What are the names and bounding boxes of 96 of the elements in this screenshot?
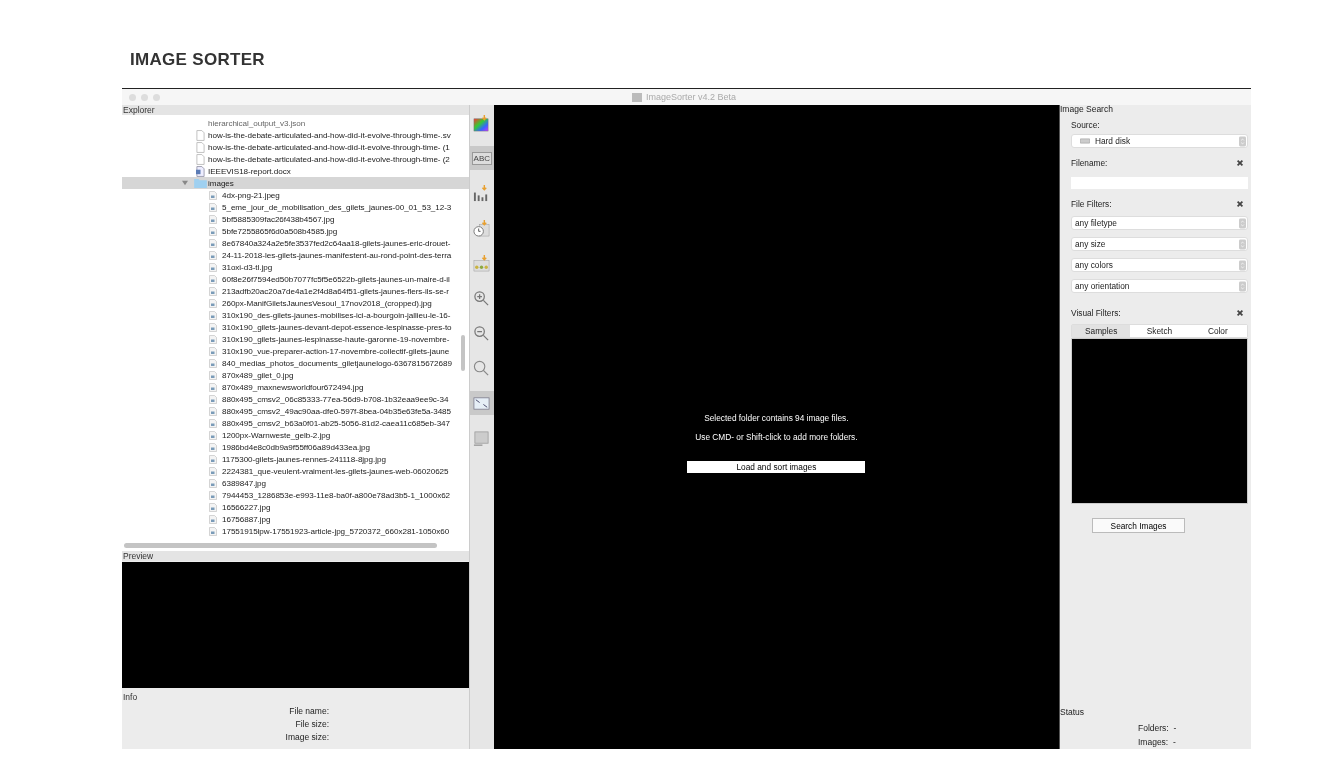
source-dropdown[interactable]: Hard disk: [1071, 134, 1248, 148]
search-images-button[interactable]: Search Images: [1092, 518, 1185, 533]
status-text: Folders: -: [1138, 722, 1177, 735]
file-name: 2224381_que-veulent-vraiment-les-gilets-jaunes-web-06020625: [222, 466, 449, 476]
file-name: 1986bd4e8c0db9a9f55ff06a89d433ea.jpg: [222, 442, 370, 452]
tree-item[interactable]: 310x190_gilets-jaunes-lespinasse-haute-garonne-19-novembre-: [122, 333, 469, 345]
file-name: 213adfb20ac20a7de4a1e2f4d8a64f51-gilets-jaunes-flers-ils-se-r: [222, 286, 449, 296]
tree-item[interactable]: 213adfb20ac20a7de4a1e2f4d8a64f51-gilets-jaunes-flers-ils-se-r: [122, 285, 469, 297]
file-name: images: [208, 178, 234, 188]
file-name: 24-11-2018-les-gilets-jaunes-manifestent-au-rond-point-des-terra: [222, 250, 452, 260]
panel-header: Explorer: [122, 105, 469, 115]
file-name: 31oxi-d3-tl.jpg: [222, 262, 273, 272]
filter-dropdown[interactable]: any orientation: [1071, 279, 1248, 293]
tree-item[interactable]: 5bf5885309fac26f438b4567.jpg: [122, 213, 469, 225]
source-label: Source:: [1071, 120, 1101, 130]
panel-header: Status: [1060, 707, 1086, 717]
page-heading: IMAGE SORTER: [130, 50, 266, 71]
tree-item[interactable]: 8e67840a324a2e5fe3537fed2c64aa18-gilets-jaunes-eric-drouet-: [122, 237, 469, 249]
tree-item[interactable]: 260px-ManifGiletsJaunesVesoul_17nov2018_(cropped).jpg: [122, 297, 469, 309]
file-filters-label: File Filters:: [1071, 199, 1112, 209]
tree-item[interactable]: 870x489_gilet_0.jpg: [122, 369, 469, 381]
tree-item[interactable]: 310x190_des-gilets-jaunes-mobilises-ici-a-bourgoin-jallieu-le-16-: [122, 309, 469, 321]
file-name: 840_medias_photos_documents_giletjaunelogo-6367815672689: [222, 358, 452, 368]
tree-item[interactable]: 1200px-Warnweste_gelb-2.jpg: [122, 429, 469, 441]
tree-item[interactable]: 31oxi-d3-tl.jpg: [122, 261, 469, 273]
file-name: hierarchical_output_v3.json: [208, 118, 306, 128]
tree-item[interactable]: 7944453_1286853e-e993-11e8-ba0f-a800e78ad3b5-1_1000x62: [122, 489, 469, 501]
visual-filters-label: Visual Filters:: [1071, 308, 1121, 318]
tree-item[interactable]: 17551915lpw-17551923-article-jpg_5720372_660x281-1050x60: [122, 525, 469, 537]
tree-item[interactable]: 880x495_cmsv2_b63a0f01-ab25-5056-81d2-caea11c685eb-347: [122, 417, 469, 429]
tree-item[interactable]: 840_medias_photos_documents_giletjaunelogo-6367815672689: [122, 357, 469, 369]
tree-item[interactable]: 16566227.jpg: [122, 501, 469, 513]
file-name: 16756887.jpg: [222, 514, 271, 524]
file-name: 880x495_cmsv2_49ac90aa-dfe0-597f-8bea-04b35e63fe5a-3485: [222, 406, 451, 416]
file-name: 310x190_gilets-jaunes-devant-depot-essence-lespinasse-pres-to: [222, 322, 452, 332]
tree-item[interactable]: 310x190_gilets-jaunes-devant-depot-essence-lespinasse-pres-to: [122, 321, 469, 333]
canvas-message: Use CMD- or Shift-click to add more folders.: [695, 432, 858, 442]
toolbar-button[interactable]: ABC: [469, 146, 494, 170]
window-title: ImageSorter v4.2 Beta: [646, 92, 737, 102]
info-label: File size:: [295, 719, 329, 729]
file-name: 8e67840a324a2e5fe3537fed2c64aa18-gilets-jaunes-eric-drouet-: [222, 238, 451, 248]
tree-item[interactable]: 5_eme_jour_de_mobilisation_des_gilets_jaunes-00_01_53_12-3: [122, 201, 469, 213]
file-name: 60f8e26f7594ed50b7077fc5f5e6522b-gilets-jaunes-un-maire-d-il: [222, 274, 450, 284]
file-name: 16566227.jpg: [222, 502, 271, 512]
file-name: 310x190_vue-preparer-action-17-novembre-collectif-gilets-jaune: [222, 346, 450, 356]
file-name: 310x190_des-gilets-jaunes-mobilises-ici-a-bourgoin-jallieu-le-16-: [222, 310, 451, 320]
tree-item[interactable]: 2224381_que-veulent-vraiment-les-gilets-jaunes-web-06020625: [122, 465, 469, 477]
tree-item[interactable]: hierarchical_output_v3.json: [122, 117, 469, 129]
tree-item[interactable]: 1986bd4e8c0db9a9f55ff06a89d433ea.jpg: [122, 441, 469, 453]
tree-item[interactable]: 24-11-2018-les-gilets-jaunes-manifestent-au-rond-point-des-terra: [122, 249, 469, 261]
tree-item[interactable]: 16756887.jpg: [122, 513, 469, 525]
tree-item[interactable]: IEEEVIS18-report.docx: [122, 165, 469, 177]
file-name: 4dx-png-21.jpeg: [222, 190, 280, 200]
tree-item[interactable]: 870x489_maxnewsworldfour672494.jpg: [122, 381, 469, 393]
file-name: 880x495_cmsv2_06c85333-77ea-56d9-b708-1b32eaa9ee9c-34: [222, 394, 449, 404]
filter-dropdown[interactable]: any colors: [1071, 258, 1248, 272]
file-name: 260px-ManifGiletsJaunesVesoul_17nov2018_(cropped).jpg: [222, 298, 432, 308]
file-name: how-is-the-debate-articulated-and-how-did-it-evolve-through-time- (1: [208, 142, 450, 152]
tree-item[interactable]: how-is-the-debate-articulated-and-how-did-it-evolve-through-time- (1: [122, 141, 469, 153]
file-name: IEEEVIS18-report.docx: [208, 166, 291, 176]
file-name: 1200px-Warnweste_gelb-2.jpg: [222, 430, 331, 440]
file-name: 17551915lpw-17551923-article-jpg_5720372_660x281-1050x60: [222, 526, 450, 536]
filter-tab[interactable]: Samples: [1072, 325, 1131, 337]
file-name: 5_eme_jour_de_mobilisation_des_gilets_jaunes-00_01_53_12-3: [222, 202, 452, 212]
file-name: 5bf5885309fac26f438b4567.jpg: [222, 214, 335, 224]
tree-item[interactable]: 1175300-gilets-jaunes-rennes-241118-8jpg.jpg: [122, 453, 469, 465]
panel-header: Preview: [122, 551, 469, 561]
tree-item[interactable]: how-is-the-debate-articulated-and-how-did-it-evolve-through-time- (2: [122, 153, 469, 165]
tree-item[interactable]: 6389847.jpg: [122, 477, 469, 489]
panel-header: Image Search: [1060, 104, 1114, 114]
file-name: 880x495_cmsv2_b63a0f01-ab25-5056-81d2-caea11c685eb-347: [222, 418, 450, 428]
file-name: how-is-the-debate-articulated-and-how-did-it-evolve-through-time-.sv: [208, 130, 451, 140]
status-text: Images: -: [1138, 736, 1176, 749]
tree-item[interactable]: images: [122, 177, 469, 189]
tree-item[interactable]: 60f8e26f7594ed50b7077fc5f5e6522b-gilets-jaunes-un-maire-d-il: [122, 273, 469, 285]
tree-item[interactable]: 5bfe7255865f6d0a508b4585.jpg: [122, 225, 469, 237]
file-name: 870x489_gilet_0.jpg: [222, 370, 294, 380]
tree-item[interactable]: how-is-the-debate-articulated-and-how-did-it-evolve-through-time-.sv: [122, 129, 469, 141]
tree-item[interactable]: 4dx-png-21.jpeg: [122, 189, 469, 201]
canvas-message: Selected folder contains 94 image files.: [704, 413, 849, 423]
info-label: File name:: [289, 706, 329, 716]
tree-item[interactable]: 880x495_cmsv2_49ac90aa-dfe0-597f-8bea-04b35e63fe5a-3485: [122, 405, 469, 417]
file-name: 310x190_gilets-jaunes-lespinasse-haute-garonne-19-novembre-: [222, 334, 450, 344]
filter-dropdown[interactable]: any filetype: [1071, 216, 1248, 230]
file-name: 6389847.jpg: [222, 478, 266, 488]
load-images-button[interactable]: Load and sort images: [687, 461, 866, 473]
tree-item[interactable]: 880x495_cmsv2_06c85333-77ea-56d9-b708-1b32eaa9ee9c-34: [122, 393, 469, 405]
file-name: 1175300-gilets-jaunes-rennes-241118-8jpg.jpg: [222, 454, 386, 464]
tree-item[interactable]: 310x190_vue-preparer-action-17-novembre-collectif-gilets-jaune: [122, 345, 469, 357]
file-name: 7944453_1286853e-e993-11e8-ba0f-a800e78ad3b5-1_1000x62: [222, 490, 451, 500]
info-label: Image size:: [285, 732, 329, 742]
file-name: how-is-the-debate-articulated-and-how-did-it-evolve-through-time- (2: [208, 154, 450, 164]
filename-label: Filename:: [1071, 158, 1108, 168]
file-name: 870x489_maxnewsworldfour672494.jpg: [222, 382, 364, 392]
file-name: 5bfe7255865f6d0a508b4585.jpg: [222, 226, 338, 236]
filter-dropdown[interactable]: any size: [1071, 237, 1248, 251]
